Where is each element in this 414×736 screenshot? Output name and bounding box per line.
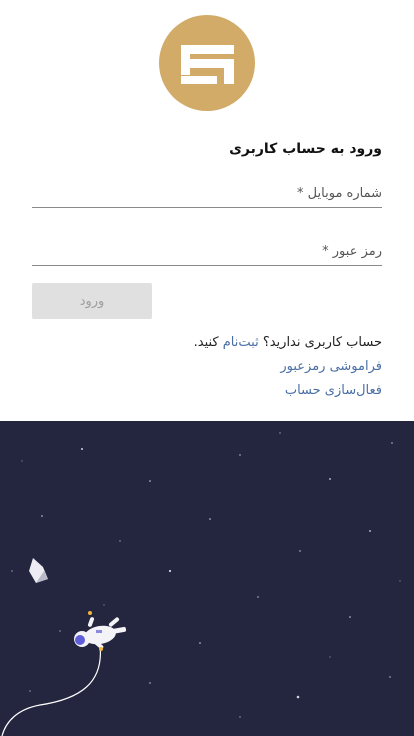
- activate-account-link[interactable]: فعال‌سازی حساب: [285, 383, 382, 398]
- register-link[interactable]: ثبت‌نام: [223, 335, 259, 350]
- mobile-field[interactable]: [32, 181, 382, 208]
- space-illustration: [0, 421, 414, 736]
- register-prefix-text: حساب کاربری ندارید؟: [262, 335, 382, 350]
- brand-logo-icon: [159, 15, 255, 111]
- astronaut-icon: [74, 611, 127, 651]
- starfield: [1, 432, 401, 736]
- register-suffix-text: کنید.: [193, 335, 219, 350]
- password-input[interactable]: [32, 239, 382, 263]
- activate-account-row: فعال‌سازی حساب: [285, 383, 382, 398]
- mobile-input[interactable]: [32, 181, 382, 205]
- login-panel: ورود به حساب کاربری ورود حساب کاربری ندا…: [0, 0, 414, 421]
- password-field[interactable]: [32, 239, 382, 266]
- forgot-password-link[interactable]: فراموشی رمزعبور: [280, 359, 382, 374]
- login-button[interactable]: ورود: [32, 283, 152, 319]
- register-prompt: حساب کاربری ندارید؟ ثبت‌نام کنید.: [194, 335, 382, 350]
- forgot-password-row: فراموشی رمزعبور: [280, 359, 382, 374]
- floating-cube-icon: [29, 558, 48, 583]
- page-title: ورود به حساب کاربری: [229, 141, 382, 157]
